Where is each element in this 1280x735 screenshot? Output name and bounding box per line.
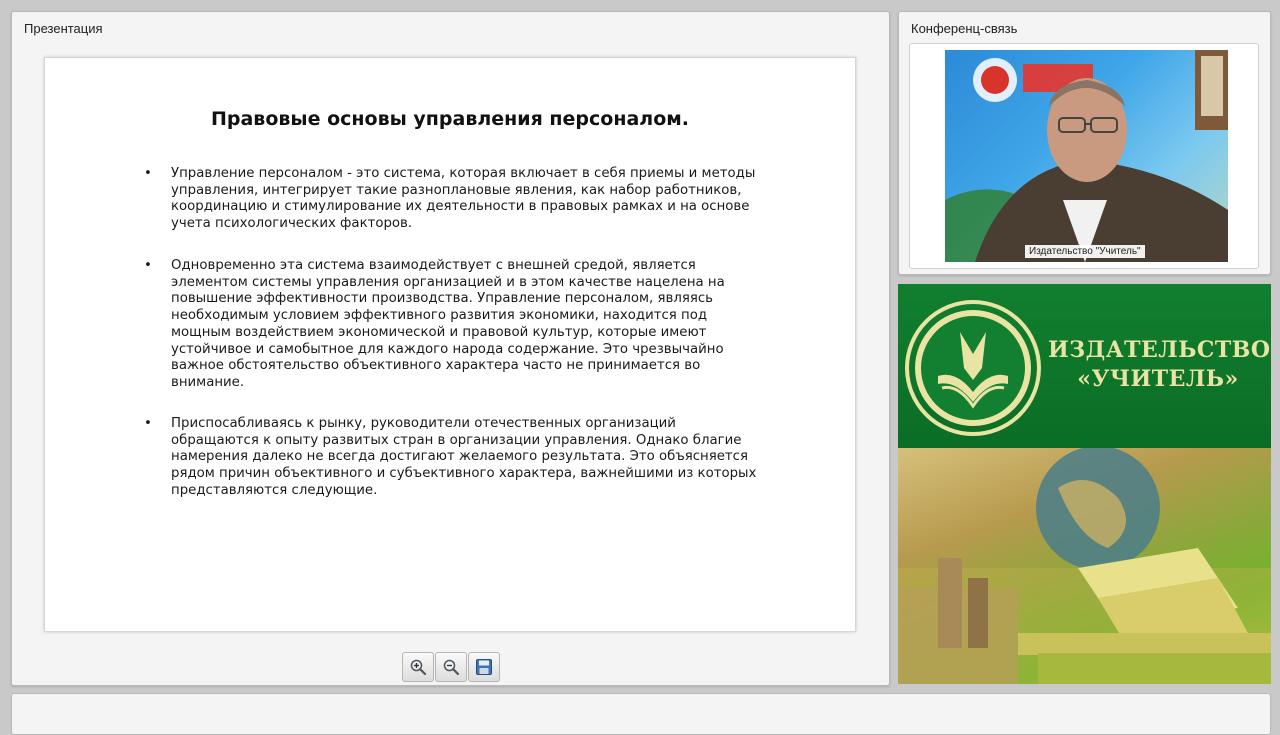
- video-caption: Издательство "Учитель": [1025, 245, 1145, 258]
- presentation-panel: Презентация Правовые основы управления п…: [11, 11, 890, 686]
- slide-title: Правовые основы управления персоналом.: [210, 108, 690, 130]
- zoom-out-button[interactable]: [435, 652, 467, 682]
- zoom-in-button[interactable]: [402, 652, 434, 682]
- slide-bullet-text: Одновременно эта система взаимодействует…: [171, 258, 725, 390]
- zoom-out-icon: [443, 659, 460, 676]
- presentation-panel-title: Презентация: [24, 21, 103, 36]
- bullet-dot: •: [144, 166, 152, 181]
- webcam-video[interactable]: Издательство "Учитель": [945, 50, 1228, 262]
- bottom-panel: [11, 693, 1271, 735]
- zoom-in-icon: [410, 659, 427, 676]
- publisher-name: ИЗДАТЕЛЬСТВО «УЧИТЕЛЬ»: [1048, 336, 1271, 394]
- publisher-banner: ИЗДАТЕЛЬСТВО «УЧИТЕЛЬ»: [898, 284, 1271, 684]
- publisher-name-line2: «УЧИТЕЛЬ»: [1077, 366, 1239, 392]
- books-globe-illustration: [898, 446, 1271, 684]
- bullet-dot: •: [144, 416, 152, 431]
- video-frame: Издательство "Учитель": [909, 43, 1259, 269]
- slide-bullet: • Управление персоналом - это система, к…: [144, 166, 761, 233]
- slide-bullet-text: Управление персоналом - это система, кот…: [171, 166, 756, 232]
- conference-panel: Конференц-связь Издательство "Учитель": [898, 11, 1271, 275]
- conference-panel-title: Конференц-связь: [911, 21, 1018, 36]
- save-button[interactable]: [468, 652, 500, 682]
- publisher-name-line1: ИЗДАТЕЛЬСТВО: [1048, 337, 1271, 363]
- banner-books-image: [898, 446, 1271, 684]
- save-icon: [476, 659, 492, 675]
- slide-bullet: • Приспосабливаясь к рынку, руководители…: [144, 416, 761, 500]
- bullet-dot: •: [144, 258, 152, 273]
- slide: Правовые основы управления персоналом. •…: [44, 57, 856, 632]
- slide-bullet: • Одновременно эта система взаимодейству…: [144, 258, 761, 392]
- publisher-logo-icon: [905, 300, 1041, 436]
- speaker-video-image: [945, 50, 1228, 262]
- banner-header: ИЗДАТЕЛЬСТВО «УЧИТЕЛЬ»: [898, 284, 1271, 448]
- slide-bullet-text: Приспосабливаясь к рынку, руководители о…: [171, 416, 757, 498]
